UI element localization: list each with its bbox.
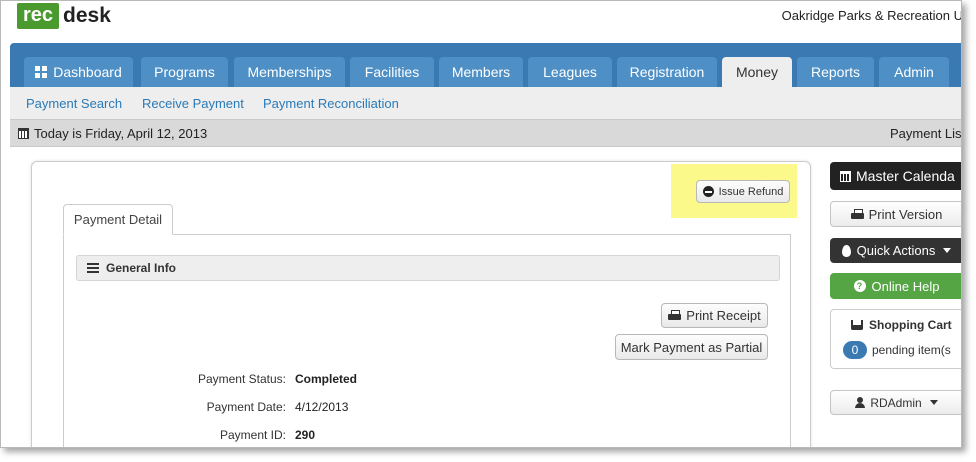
quick-actions-label: Quick Actions (856, 243, 936, 258)
sub-nav: Payment Search Receive Payment Payment R… (10, 87, 961, 119)
payment-id-label: Payment ID: (219, 428, 286, 442)
calendar-icon (18, 128, 29, 139)
minus-circle-icon (702, 186, 714, 197)
issue-refund-button[interactable]: Issue Refund (696, 180, 790, 203)
app-window: rec desk Oakridge Parks & Recreation U D… (0, 0, 962, 448)
tab-label: Leagues (543, 64, 597, 80)
quick-actions-dropdown[interactable]: Quick Actions (830, 238, 961, 263)
tab-label: Money (735, 64, 779, 80)
receive-payment-link[interactable]: Receive Payment (142, 96, 244, 111)
caret-down-icon (943, 248, 952, 253)
tab-label: Facilities (364, 64, 420, 80)
tab-leagues[interactable]: Leagues (528, 57, 612, 87)
tab-label: Memberships (247, 64, 332, 80)
tab-admin[interactable]: Admin (879, 57, 949, 87)
master-calendar-button[interactable]: Master Calenda (830, 162, 961, 190)
user-icon (855, 397, 866, 408)
main-nav: Dashboard Programs Memberships Facilitie… (10, 43, 961, 87)
recdesk-logo[interactable]: rec desk (17, 3, 111, 29)
tab-registration[interactable]: Registration (617, 57, 717, 87)
master-calendar-label: Master Calenda (856, 168, 955, 184)
logo-desk-text: desk (63, 4, 111, 27)
print-receipt-label: Print Receipt (686, 308, 761, 323)
cart-icon (851, 320, 863, 330)
issue-refund-label: Issue Refund (718, 185, 784, 198)
online-help-button[interactable]: ? Online Help (830, 273, 961, 299)
tab-money[interactable]: Money (722, 57, 792, 87)
section-title: General Info (106, 261, 177, 275)
organization-name: Oakridge Parks & Recreation U (781, 8, 962, 23)
today-date: Today is Friday, April 12, 2013 (18, 126, 207, 141)
payment-status-label: Payment Status: (197, 372, 286, 386)
tab-label: Members (451, 64, 511, 80)
cart-count-badge: 0 (843, 341, 867, 359)
print-receipt-button[interactable]: Print Receipt (661, 303, 768, 328)
caret-down-icon (929, 400, 938, 405)
tab-payment-detail[interactable]: Payment Detail (63, 204, 173, 235)
shopping-cart-title: Shopping Cart (851, 318, 952, 332)
user-menu-button[interactable]: RDAdmin (830, 390, 961, 415)
cart-pending-text: pending item(s (872, 343, 951, 357)
shopping-cart-widget[interactable]: Shopping Cart 0 pending item(s (830, 309, 961, 369)
payment-date-label: Payment Date: (206, 400, 286, 414)
tab-label: Registration (629, 64, 705, 80)
payment-status-value: Completed (295, 372, 358, 386)
cart-title-text: Shopping Cart (869, 318, 952, 332)
payment-id-value: 290 (295, 428, 316, 442)
tab-label: Admin (894, 64, 934, 80)
today-text: Today is Friday, April 12, 2013 (34, 126, 208, 141)
tab-label: Programs (154, 64, 215, 80)
print-version-label: Print Version (868, 206, 943, 222)
general-info-header[interactable]: General Info (76, 255, 780, 281)
top-bar: rec desk Oakridge Parks & Recreation U (1, 1, 962, 41)
payment-reconciliation-link[interactable]: Payment Reconciliation (263, 96, 399, 111)
tab-dashboard[interactable]: Dashboard (24, 57, 133, 87)
tab-programs[interactable]: Programs (141, 57, 228, 87)
printer-icon (668, 310, 682, 321)
tab-facilities[interactable]: Facilities (350, 57, 434, 87)
online-help-label: Online Help (871, 278, 940, 294)
tab-label: Dashboard (53, 64, 122, 80)
printer-icon (850, 208, 864, 220)
user-name: RDAdmin (870, 395, 922, 410)
fire-icon (841, 244, 851, 257)
print-version-button[interactable]: Print Version (830, 201, 961, 227)
payment-list-link[interactable]: Payment Lis (890, 126, 961, 141)
tab-memberships[interactable]: Memberships (234, 57, 345, 87)
mark-payment-partial-button[interactable]: Mark Payment as Partial (615, 334, 768, 360)
tab-reports[interactable]: Reports (797, 57, 874, 87)
question-circle-icon: ? (853, 280, 866, 292)
logo-rec-text: rec (17, 3, 60, 29)
dashboard-grid-icon (35, 66, 48, 78)
tab-members[interactable]: Members (439, 57, 523, 87)
list-icon (87, 263, 99, 273)
date-bar: Today is Friday, April 12, 2013 Payment … (10, 119, 961, 147)
payment-search-link[interactable]: Payment Search (26, 96, 122, 111)
payment-date-value: 4/12/2013 (295, 400, 349, 414)
tab-label: Reports (810, 64, 861, 80)
calendar-icon (840, 170, 851, 182)
